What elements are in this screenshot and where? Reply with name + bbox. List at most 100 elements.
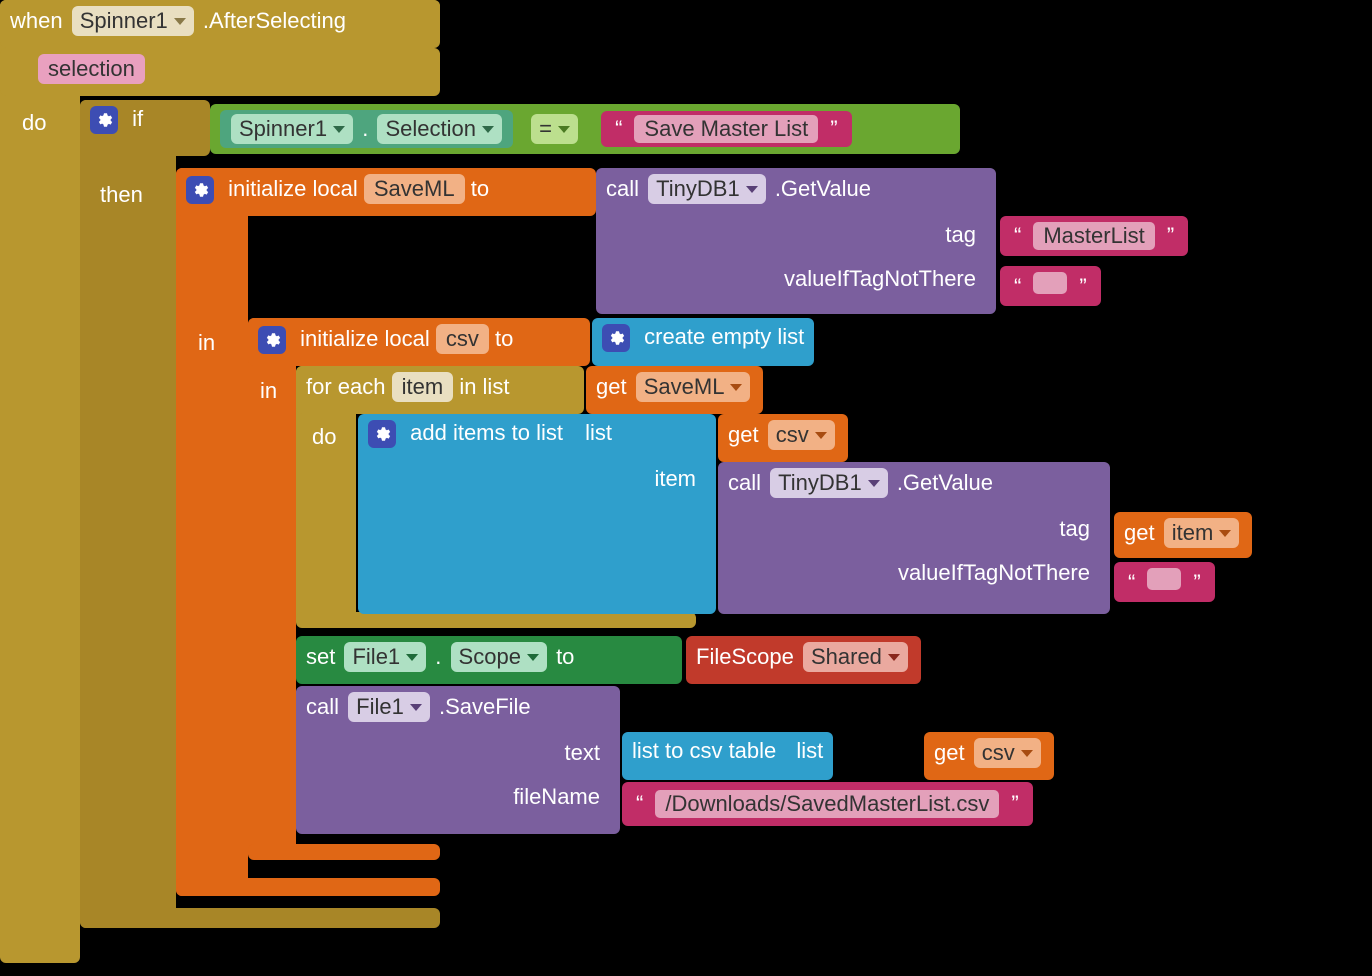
string-empty-1[interactable]: “” xyxy=(1000,266,1101,306)
gear-icon[interactable] xyxy=(368,420,396,448)
event-suffix: .AfterSelecting xyxy=(203,8,346,33)
kw-call: call xyxy=(728,470,761,495)
arg-text-label: text xyxy=(306,740,610,766)
event-header[interactable]: when Spinner1 .AfterSelecting xyxy=(0,0,440,48)
text-field[interactable] xyxy=(1147,568,1181,590)
if-header[interactable]: if xyxy=(80,100,210,156)
text-field[interactable] xyxy=(1033,272,1067,294)
if-rail xyxy=(80,100,176,928)
kw-call: call xyxy=(606,176,639,201)
arg-vitnt-label: valueIfTagNotThere xyxy=(606,266,986,292)
compare-block[interactable]: Spinner1 . Selection = “Save Master List… xyxy=(210,104,960,154)
gear-icon[interactable] xyxy=(602,324,630,352)
tinydb-dropdown-2[interactable]: TinyDB1 xyxy=(770,468,888,498)
tinydb-dropdown[interactable]: TinyDB1 xyxy=(648,174,766,204)
call-tinydb-getvalue-2[interactable]: call TinyDB1 .GetValue tag valueIfTagNot… xyxy=(718,462,1110,614)
text-field[interactable]: /Downloads/SavedMasterList.csv xyxy=(655,790,999,818)
kw-to: to xyxy=(495,326,513,351)
kw-to: to xyxy=(556,644,574,669)
arg-tag-label-2: tag xyxy=(728,516,1100,542)
string-filename[interactable]: “/Downloads/SavedMasterList.csv” xyxy=(622,782,1033,826)
set-scope-block[interactable]: set File1 . Scope to xyxy=(296,636,682,684)
compare-op-dropdown[interactable]: = xyxy=(531,114,578,144)
event-component-dropdown[interactable]: Spinner1 xyxy=(72,6,194,36)
var-saveml[interactable]: SaveML xyxy=(364,174,465,204)
init-csv-header[interactable]: initialize local csv to xyxy=(248,318,590,366)
kw-get: get xyxy=(1124,520,1155,545)
arg-tag-label: tag xyxy=(606,222,986,248)
list-to-csv-table[interactable]: list to csv table list xyxy=(622,732,833,780)
get-saveml[interactable]: get SaveML xyxy=(586,366,763,414)
kw-do-for: do xyxy=(312,424,336,450)
event-param-row: selection xyxy=(0,48,440,96)
kw-additems: add items to list xyxy=(410,420,563,445)
call-savefile[interactable]: call File1 .SaveFile text fileName xyxy=(296,686,620,834)
gear-icon[interactable] xyxy=(186,176,214,204)
foreach-header[interactable]: for each item in list xyxy=(296,366,584,414)
text-field[interactable]: MasterList xyxy=(1033,222,1154,250)
kw-to: to xyxy=(471,176,489,201)
enum-type: FileScope xyxy=(696,644,794,669)
kw-init-local: initialize local xyxy=(228,176,358,201)
kw-init-local: initialize local xyxy=(300,326,430,351)
kw-in: in xyxy=(198,330,215,356)
scope-dropdown[interactable]: Scope xyxy=(451,642,547,672)
kw-list: list xyxy=(585,420,612,445)
getter-prop-dropdown[interactable]: Selection xyxy=(377,114,502,144)
event-param[interactable]: selection xyxy=(38,54,145,84)
getter-dot: . xyxy=(362,116,368,141)
kw-list-to-csv: list to csv table xyxy=(632,738,776,763)
init1-bottom xyxy=(176,878,440,896)
text-field[interactable]: Save Master List xyxy=(634,115,818,143)
kw-call: call xyxy=(306,694,339,719)
method-getvalue: .GetValue xyxy=(775,176,871,201)
kw-then: then xyxy=(100,182,143,208)
get-item[interactable]: get item xyxy=(1114,512,1252,558)
kw-list2: list xyxy=(796,738,823,763)
call-tinydb-getvalue-1[interactable]: call TinyDB1 .GetValue tag valueIfTagNot… xyxy=(596,168,996,314)
method-savefile: .SaveFile xyxy=(439,694,531,719)
event-rail xyxy=(0,0,80,963)
get-csv-1[interactable]: get csv xyxy=(718,414,848,462)
kw-set: set xyxy=(306,644,335,669)
method-getvalue-2: .GetValue xyxy=(897,470,993,495)
for-bottom xyxy=(296,612,696,628)
add-items-block[interactable]: add items to list list item xyxy=(358,414,716,614)
get-item-dropdown[interactable]: item xyxy=(1164,518,1240,548)
kw-get: get xyxy=(596,374,627,399)
file1-dropdown-2[interactable]: File1 xyxy=(348,692,430,722)
if-bottom xyxy=(80,908,440,928)
kw-in2: in xyxy=(260,378,277,404)
var-csv[interactable]: csv xyxy=(436,324,489,354)
getter-block[interactable]: Spinner1 . Selection xyxy=(220,110,513,148)
kw-create-empty-list: create empty list xyxy=(644,324,804,349)
kw-get: get xyxy=(728,422,759,447)
filescope-enum[interactable]: FileScope Shared xyxy=(686,636,921,684)
var-item[interactable]: item xyxy=(392,372,454,402)
string-save-master-list[interactable]: “Save Master List” xyxy=(601,111,852,147)
kw-do: do xyxy=(22,110,46,136)
init-saveml-header[interactable]: initialize local SaveML to xyxy=(176,168,596,216)
arg-item-label: item xyxy=(368,466,706,492)
kw-when: when xyxy=(10,8,63,33)
dot: . xyxy=(435,644,441,669)
arg-filename-label: fileName xyxy=(306,784,610,810)
init2-bottom xyxy=(248,844,440,860)
getter-comp-dropdown[interactable]: Spinner1 xyxy=(231,114,353,144)
string-masterlist[interactable]: “MasterList” xyxy=(1000,216,1188,256)
get-csv-dropdown-2[interactable]: csv xyxy=(974,738,1041,768)
kw-if: if xyxy=(132,106,143,131)
init1-rail xyxy=(176,168,248,896)
enum-value-dropdown[interactable]: Shared xyxy=(803,642,908,672)
create-empty-list[interactable]: create empty list xyxy=(592,318,814,366)
get-saveml-dropdown[interactable]: SaveML xyxy=(636,372,751,402)
kw-get: get xyxy=(934,740,965,765)
gear-icon[interactable] xyxy=(258,326,286,354)
arg-vitnt-label-2: valueIfTagNotThere xyxy=(728,560,1100,586)
file1-dropdown[interactable]: File1 xyxy=(344,642,426,672)
string-empty-2[interactable]: “” xyxy=(1114,562,1215,602)
kw-foreach: for each xyxy=(306,374,386,399)
gear-icon[interactable] xyxy=(90,106,118,134)
get-csv-dropdown[interactable]: csv xyxy=(768,420,835,450)
get-csv-2[interactable]: get csv xyxy=(924,732,1054,780)
